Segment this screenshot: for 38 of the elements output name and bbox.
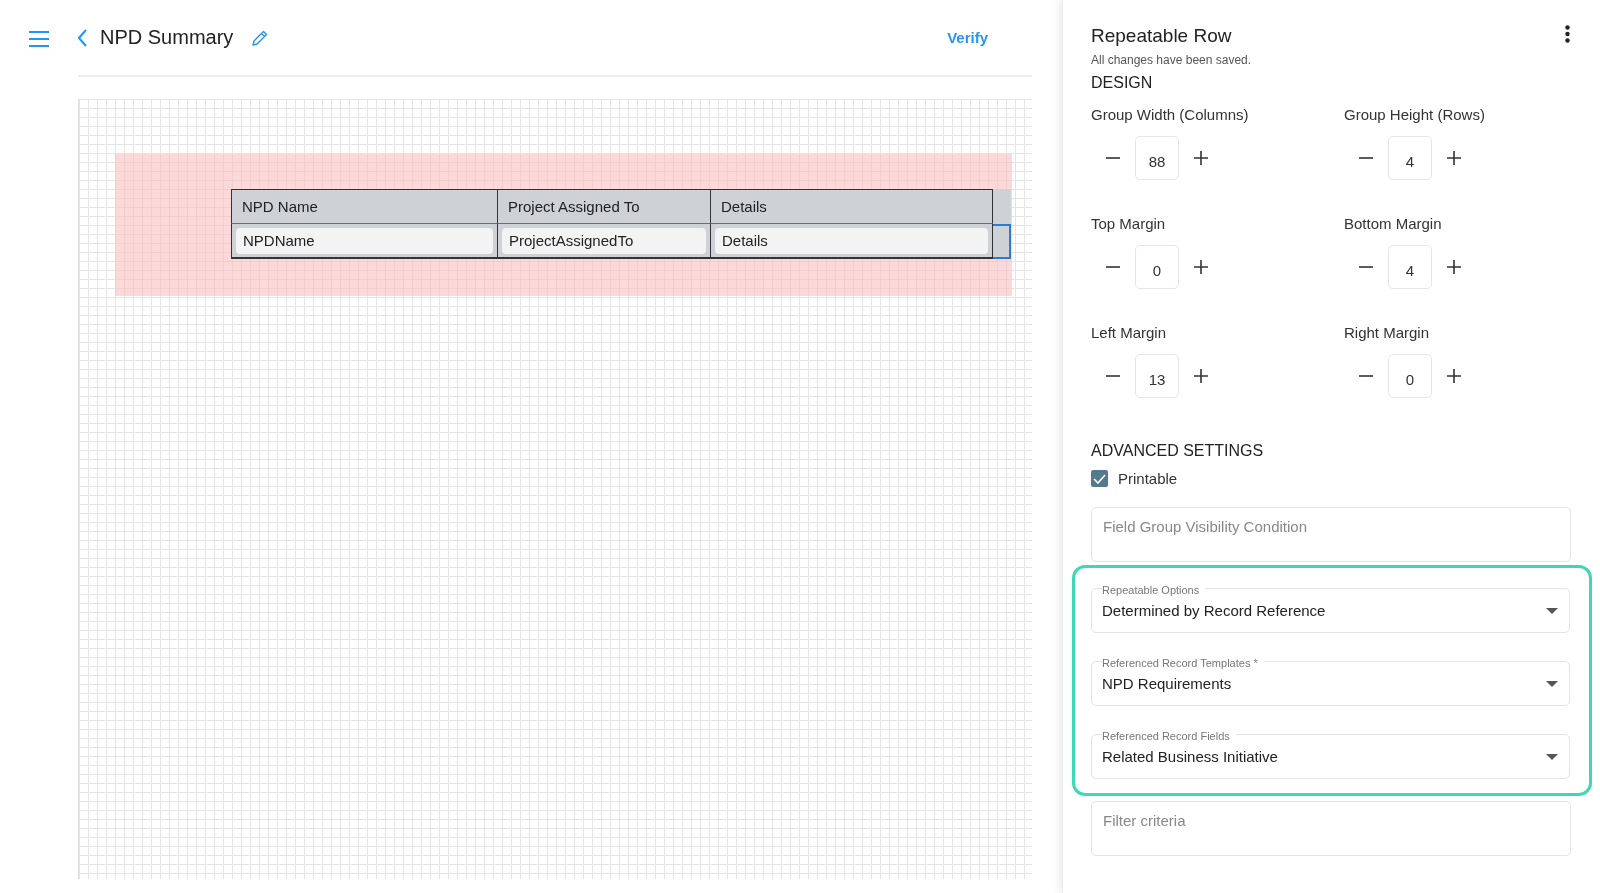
column-header: Details xyxy=(710,189,993,224)
field-label: Right Margin xyxy=(1344,324,1430,341)
number-field[interactable]: 88 xyxy=(1135,136,1179,180)
checkbox[interactable] xyxy=(1091,470,1108,487)
column-header: Project Assigned To xyxy=(497,189,710,224)
field-label: Group Width (Columns) xyxy=(1091,106,1249,123)
dropdown-field[interactable]: Repeatable Options Determined by Record Reference xyxy=(1091,580,1570,633)
input-field[interactable]: Filter criteria xyxy=(1091,801,1571,856)
section-heading: ADVANCED SETTINGS xyxy=(1091,442,1264,460)
caret-icon xyxy=(1546,607,1558,614)
table-cell: ProjectAssignedTo xyxy=(502,227,706,254)
caret-icon xyxy=(1546,680,1558,687)
section-heading: DESIGN xyxy=(1091,74,1153,92)
number-field[interactable]: 4 xyxy=(1388,136,1432,180)
table-cell: Details xyxy=(715,227,988,254)
number-field[interactable]: 0 xyxy=(1135,245,1179,289)
menu-icon[interactable] xyxy=(29,30,49,47)
table-cell: NPDName xyxy=(236,227,493,254)
page-title: NPD Summary xyxy=(100,26,234,49)
dropdown-field[interactable]: Referenced Record Fields Related Business Initiative xyxy=(1091,726,1570,779)
back-icon[interactable] xyxy=(78,28,88,47)
number-field[interactable]: 0 xyxy=(1388,354,1432,398)
field-label: Top Margin xyxy=(1091,215,1166,232)
checkbox-label: Printable xyxy=(1118,470,1178,487)
input-field[interactable]: Field Group Visibility Condition xyxy=(1091,507,1571,562)
number-field[interactable]: 4 xyxy=(1388,245,1432,289)
table-edge-cell xyxy=(993,189,1011,224)
field-label: Left Margin xyxy=(1091,324,1167,341)
number-field[interactable]: 13 xyxy=(1135,354,1179,398)
column-header: NPD Name xyxy=(231,189,497,224)
more-options-icon[interactable] xyxy=(1565,25,1570,46)
pencil-icon[interactable] xyxy=(251,28,270,47)
field-label: Group Height (Rows) xyxy=(1344,106,1485,123)
panel-title: Repeatable Row xyxy=(1091,25,1232,47)
caret-icon xyxy=(1546,753,1558,760)
save-status: All changes have been saved. xyxy=(1091,53,1252,67)
dropdown-field[interactable]: Referenced Record Templates * NPD Requirements xyxy=(1091,653,1570,706)
field-label: Bottom Margin xyxy=(1344,215,1442,232)
